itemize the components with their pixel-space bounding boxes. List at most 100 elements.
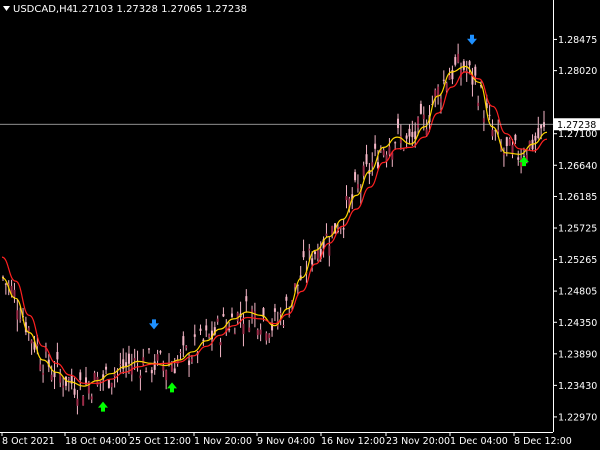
candle-body	[325, 233, 328, 236]
candle-body	[256, 329, 259, 336]
candle-body	[27, 327, 30, 332]
candle-body	[193, 334, 196, 337]
candle-body	[67, 378, 70, 380]
slow-ma-line	[1, 71, 548, 384]
triangle-down-icon[interactable]	[3, 6, 10, 11]
candle-body	[477, 102, 480, 107]
candle-body	[282, 325, 285, 327]
candle-body	[365, 154, 368, 165]
candle-body	[402, 149, 405, 151]
candle-body	[514, 134, 517, 141]
candle-body	[454, 57, 457, 65]
candle-body	[165, 370, 168, 381]
candle-body	[457, 53, 460, 63]
candle-body	[293, 283, 296, 288]
candle-body	[534, 135, 537, 141]
candle-body	[259, 329, 262, 335]
candle-body	[230, 313, 233, 317]
candle-body	[474, 66, 477, 76]
candle-body	[133, 358, 136, 361]
candle-body	[142, 357, 145, 365]
price-tick-label: 1.24805	[558, 287, 597, 298]
candle-body	[190, 358, 193, 362]
candle-body	[316, 250, 319, 259]
candle-body	[388, 146, 391, 155]
candle-body	[179, 351, 182, 353]
current-price-line: 1.27238	[0, 118, 600, 131]
candle-body	[105, 366, 108, 370]
signal-arrows	[98, 34, 529, 412]
candle-body	[19, 319, 22, 321]
candle-body	[188, 360, 191, 366]
chart-window[interactable]: 1.27238 1.28475 1.28020 1.27100 1.26640 1.26…	[0, 0, 600, 450]
candle-body	[93, 372, 96, 381]
time-tick-label: 1 Dec 04:00	[450, 436, 508, 447]
candle-body	[248, 327, 251, 332]
price-tick-label: 1.26640	[558, 161, 597, 172]
candle-body	[216, 318, 219, 322]
price-tick-label: 1.28020	[558, 66, 597, 77]
candle-body	[417, 117, 420, 128]
price-tick-label: 1.24350	[558, 318, 597, 329]
candle-body	[199, 328, 202, 331]
candle-body	[208, 334, 211, 338]
candle-body	[76, 398, 79, 406]
candle-body	[273, 308, 276, 312]
candle-body	[156, 354, 159, 361]
candle-body	[540, 124, 543, 129]
candle-body	[127, 353, 130, 364]
candle-body	[434, 90, 437, 98]
candle-body	[79, 372, 82, 380]
candle-body	[42, 372, 45, 375]
candle-body	[159, 351, 162, 353]
price-tick-label: 1.27100	[558, 129, 597, 140]
time-tick-label: 1 Nov 20:00	[194, 436, 252, 447]
candle-body	[491, 129, 494, 137]
down-arrow-icon	[149, 319, 159, 330]
candle-body	[90, 396, 93, 400]
candle-body	[328, 245, 331, 256]
price-tick-label: 1.25265	[558, 255, 597, 266]
candle-body	[342, 228, 345, 230]
candle-body	[36, 344, 39, 347]
candle-body	[119, 364, 122, 366]
candle-body	[125, 362, 128, 367]
candle-body	[73, 388, 76, 395]
price-tick-label: 1.22970	[558, 412, 597, 423]
moving-averages	[1, 65, 548, 387]
candle-body	[268, 334, 271, 338]
candle-body	[153, 361, 156, 370]
candle-body	[422, 114, 425, 120]
candle-body	[39, 364, 42, 371]
candle-body	[374, 143, 377, 149]
candle-body	[399, 135, 402, 144]
candle-body	[56, 351, 59, 360]
candle-body	[162, 365, 165, 371]
candle-body	[468, 61, 471, 66]
candle-body	[87, 384, 90, 394]
candle-body	[362, 165, 365, 176]
candle-body	[30, 340, 33, 344]
candle-body	[537, 128, 540, 138]
candle-body	[408, 128, 411, 137]
price-chart[interactable]: 1.27238 1.28475 1.28020 1.27100 1.26640 1.26…	[0, 0, 600, 450]
price-tick-label: 1.25725	[558, 224, 597, 235]
ohlc-values: 1.27103 1.27328 1.27065 1.27238	[72, 4, 247, 15]
time-tick-label: 25 Oct 12:00	[129, 436, 191, 447]
candle-body	[82, 395, 85, 406]
price-tick-label: 1.26185	[558, 192, 597, 203]
candle-body	[170, 365, 173, 372]
candle-body	[113, 373, 116, 377]
candle-body	[16, 310, 19, 320]
chart-header: USDCAD,H4 1.27103 1.27328 1.27065 1.2723…	[3, 4, 247, 15]
fast-ma-line	[1, 65, 548, 387]
candle-body	[442, 79, 445, 81]
axes: 1.28475 1.28020 1.27100 1.26640 1.26185 1.257…	[0, 0, 597, 447]
candle-body	[302, 251, 305, 258]
time-tick-label: 16 Nov 12:00	[321, 436, 385, 447]
candle-body	[411, 131, 414, 138]
candle-body	[110, 383, 113, 388]
candle-body	[185, 346, 188, 348]
candle-body	[382, 150, 385, 156]
candle-body	[445, 83, 448, 91]
